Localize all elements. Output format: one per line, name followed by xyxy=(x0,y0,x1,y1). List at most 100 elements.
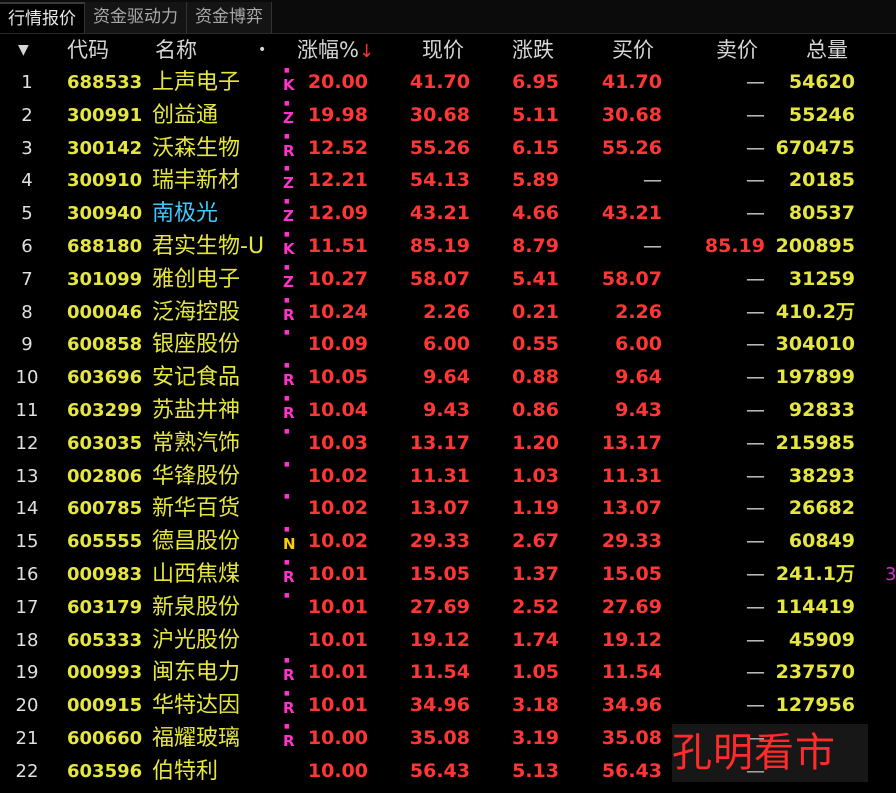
row-index: 10 xyxy=(15,367,39,389)
price-change: 2.67 xyxy=(512,530,559,553)
bid-price: 58.07 xyxy=(601,267,662,290)
table-row[interactable]: 3 300142 沃森生物 ■ R 12.52 55.26 6.15 55.26—670475 xyxy=(0,132,896,165)
tab-fund-game[interactable]: 资金博弈 xyxy=(187,2,272,33)
header-code[interactable]: 代码 xyxy=(67,34,109,66)
row-index: 19 xyxy=(15,662,39,684)
ask-price: — xyxy=(746,169,765,192)
stock-name: 君实生物-U xyxy=(152,234,265,259)
column-header-row: ▼ 代码 名称 • 涨幅%↓ 现价 涨跌 买价 卖价 总量 xyxy=(0,34,896,66)
ask-price: — xyxy=(746,333,765,356)
stock-name: 闽东电力 xyxy=(152,660,241,686)
current-price: 35.08 xyxy=(409,727,470,749)
stock-code: 300910 xyxy=(67,170,143,192)
pct-change: 10.03 xyxy=(307,431,368,454)
table-row[interactable]: 2 300991 创益通 ■ Z 19.98 30.68 5.11 30.68—55246 xyxy=(0,99,896,132)
total-volume: 31259 xyxy=(788,267,855,290)
stock-name: 苏盐井神 xyxy=(152,398,241,423)
current-price: 9.64 xyxy=(423,366,470,389)
bid-price: — xyxy=(643,169,662,192)
price-change: 1.20 xyxy=(512,431,559,454)
row-index: 15 xyxy=(15,531,39,553)
total-volume: 20185 xyxy=(788,169,855,192)
current-price: 30.68 xyxy=(409,103,470,126)
ask-price: — xyxy=(746,431,765,454)
header-change[interactable]: 涨跌 xyxy=(512,34,554,66)
table-row[interactable]: 1 688533 上声电子 ■ K 20.00 41.70 6.95 41.70—54620 xyxy=(0,66,896,99)
table-row[interactable]: 19 000993 闽东电力 ■ R 10.01 11.54 1.05 11.54—237570 xyxy=(0,656,896,689)
total-volume: 304010 xyxy=(775,333,855,356)
pct-change: 12.52 xyxy=(307,136,368,159)
table-row[interactable]: 15 605555 德昌股份 ■ N 10.02 29.33 2.67 29.33—60849 xyxy=(0,525,896,558)
stock-code: 688180 xyxy=(67,236,143,257)
table-row[interactable]: 10 603696 安记食品 ■ R 10.05 9.64 0.88 9.64—197899 xyxy=(0,361,896,394)
tab-quote[interactable]: 行情报价 xyxy=(0,2,85,33)
header-bid[interactable]: 买价 xyxy=(612,34,654,66)
current-price: 15.05 xyxy=(409,563,470,585)
bid-price: 9.64 xyxy=(615,366,662,389)
ask-price: — xyxy=(746,661,765,684)
price-change: 5.41 xyxy=(512,267,559,290)
bid-price: 30.68 xyxy=(601,103,662,126)
watermark-text: 孔明看市 xyxy=(672,724,868,782)
table-row[interactable]: 18 605333 沪光股份 10.01 19.12 1.74 19.12 — 45909 xyxy=(0,624,896,657)
header-price[interactable]: 现价 xyxy=(422,34,464,66)
price-change: 3.18 xyxy=(512,694,559,717)
row-index: 18 xyxy=(15,629,39,651)
price-change: 3.19 xyxy=(512,727,559,749)
pct-change: 12.09 xyxy=(307,202,368,225)
current-price: 54.13 xyxy=(409,169,470,192)
table-row[interactable]: 8 000046 泛海控股 ■ R 10.24 2.26 0.21 2.26—410.2万 xyxy=(0,296,896,329)
ask-price: — xyxy=(746,300,765,323)
table-row[interactable]: 6 688180 君实生物-U ■ K 11.51 85.19 8.79—85.19 20089… xyxy=(0,230,896,263)
table-row[interactable]: 11 603299 苏盐井神 ■ R 10.04 9.43 0.86 9.43—92833 xyxy=(0,394,896,427)
pct-change: 10.01 xyxy=(307,628,368,651)
stock-code: 301099 xyxy=(67,268,143,290)
header-ask[interactable]: 卖价 xyxy=(716,34,758,66)
price-change: 5.13 xyxy=(512,759,559,782)
price-change: 2.52 xyxy=(512,595,559,618)
price-change: 1.19 xyxy=(512,497,559,520)
row-index: 22 xyxy=(15,760,39,782)
row-index: 14 xyxy=(15,498,39,520)
bid-price: 15.05 xyxy=(601,563,662,585)
bid-price: 11.54 xyxy=(601,661,662,684)
table-row[interactable]: 13 002806 华锋股份 ■ 10.02 11.31 1.03 11.31 — 38293 xyxy=(0,460,896,493)
pct-change: 10.27 xyxy=(307,267,368,290)
table-row[interactable]: 20 000915 华特达因 ■ R 10.01 34.96 3.18 34.96—127956 xyxy=(0,689,896,722)
current-price: 13.17 xyxy=(409,431,470,454)
table-row[interactable]: 5 300940 南极光 ■ Z 12.09 43.21 4.66 43.21—80537 xyxy=(0,197,896,230)
total-volume: 80537 xyxy=(788,202,855,225)
pct-change: 10.04 xyxy=(307,399,368,421)
stock-code: 300940 xyxy=(67,203,143,225)
pct-change: 10.01 xyxy=(307,563,368,585)
price-change: 6.15 xyxy=(512,136,559,159)
stock-name: 泛海控股 xyxy=(152,299,241,325)
price-change: 8.79 xyxy=(512,235,559,257)
header-name[interactable]: 名称 xyxy=(155,34,197,66)
table-row[interactable]: 12 603035 常熟汽饰 ■ 10.03 13.17 1.20 13.17 — 215985 xyxy=(0,427,896,460)
row-index: 7 xyxy=(21,268,33,290)
row-index: 20 xyxy=(15,695,39,717)
current-price: 2.26 xyxy=(423,300,470,323)
stock-code: 605333 xyxy=(67,629,143,651)
triangle-down-icon[interactable]: ▼ xyxy=(18,34,29,66)
table-row[interactable]: 16 000983 山西焦煤 ■ R 10.01 15.05 1.37 15.05—241.1万… xyxy=(0,558,896,591)
header-volume[interactable]: 总量 xyxy=(806,34,848,66)
bid-price: 19.12 xyxy=(601,628,662,651)
table-row[interactable]: 17 603179 新泉股份 ■ 10.01 27.69 2.52 27.69 — 114419 xyxy=(0,591,896,624)
stock-code: 002806 xyxy=(67,465,143,487)
price-change: 0.55 xyxy=(512,333,559,356)
table-row[interactable]: 14 600785 新华百货 ■ 10.02 13.07 1.19 13.07 — 26682 xyxy=(0,492,896,525)
ask-price: — xyxy=(746,136,765,159)
tab-fund-drive[interactable]: 资金驱动力 xyxy=(85,2,187,33)
flag-dot-icon: ■ xyxy=(284,493,290,501)
header-pct[interactable]: 涨幅%↓ xyxy=(297,34,374,66)
bid-price: 13.07 xyxy=(601,497,662,520)
pct-change: 10.01 xyxy=(307,661,368,684)
table-row[interactable]: 7 301099 雅创电子 ■ Z 10.27 58.07 5.41 58.07—31259 xyxy=(0,263,896,296)
ask-price: — xyxy=(746,103,765,126)
row-index: 4 xyxy=(21,170,33,192)
bid-price: 27.69 xyxy=(601,595,662,618)
table-row[interactable]: 4 300910 瑞丰新材 ■ Z 12.21 54.13 5.89— —20185 xyxy=(0,164,896,197)
table-row[interactable]: 9 600858 银座股份 ■ 10.09 6.00 0.55 6.00 — 304010 xyxy=(0,328,896,361)
